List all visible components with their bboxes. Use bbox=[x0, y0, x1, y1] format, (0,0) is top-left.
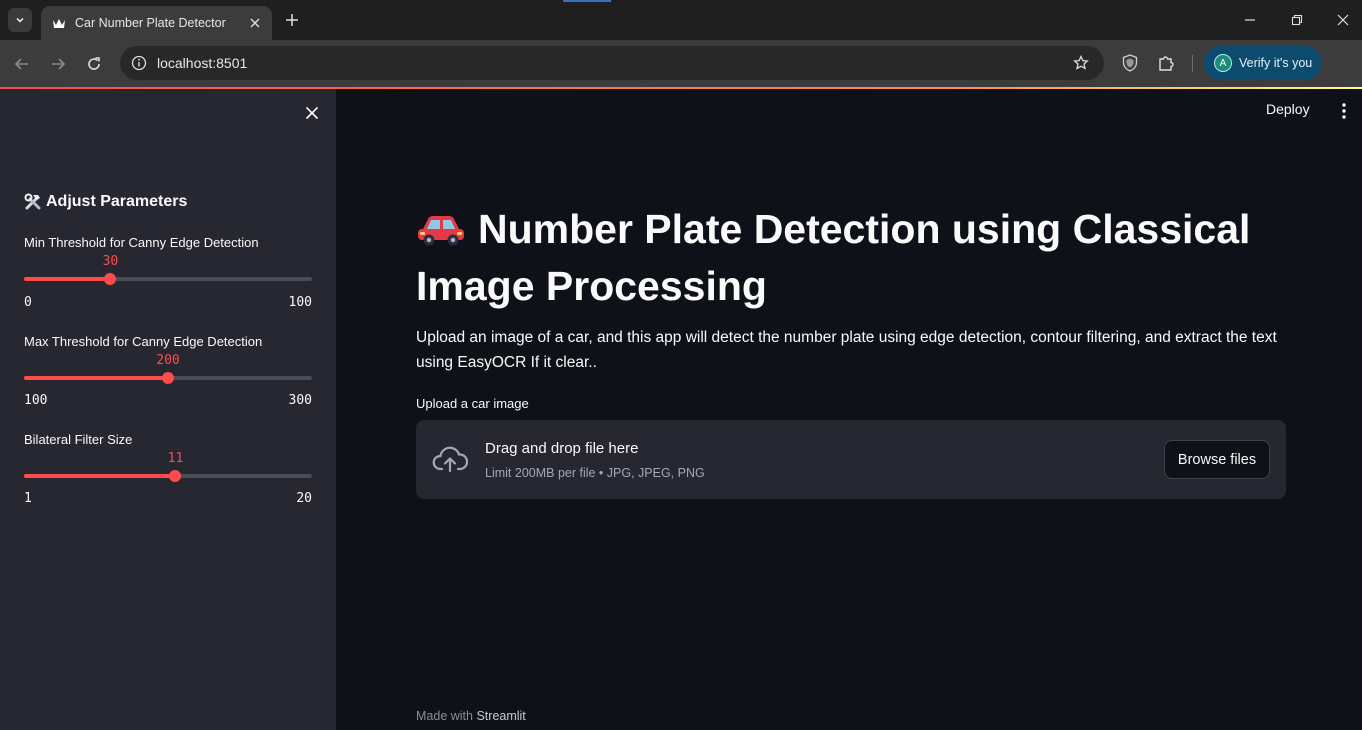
browser-toolbar: localhost:8501 A Verify it's you bbox=[0, 40, 1362, 87]
car-icon bbox=[416, 207, 466, 260]
page-title-text: Number Plate Detection using Classical I… bbox=[416, 206, 1251, 309]
hammer-and-wrench-icon bbox=[24, 193, 42, 211]
dropzone-title: Drag and drop file here bbox=[485, 440, 639, 457]
slider-thumb[interactable] bbox=[169, 470, 182, 482]
main-menu-kebab-icon[interactable] bbox=[1334, 101, 1354, 121]
profile-avatar: A bbox=[1214, 54, 1232, 72]
sidebar-heading: Adjust Parameters bbox=[24, 193, 187, 211]
footer: Made with Streamlit bbox=[416, 709, 526, 723]
browse-files-button[interactable]: Browse files bbox=[1164, 440, 1270, 479]
max-threshold-slider[interactable]: 200 bbox=[24, 353, 312, 384]
reload-icon[interactable] bbox=[82, 52, 106, 76]
tab-search-button[interactable] bbox=[8, 8, 32, 32]
address-bar[interactable]: localhost:8501 bbox=[120, 46, 1104, 80]
slider-thumb[interactable] bbox=[104, 273, 117, 285]
toolbar-separator bbox=[1192, 55, 1193, 72]
site-info-icon[interactable] bbox=[130, 54, 148, 72]
sidebar: Adjust Parameters Min Threshold for Cann… bbox=[0, 89, 336, 730]
address-url: localhost:8501 bbox=[157, 55, 248, 71]
footer-prefix: Made with bbox=[416, 709, 473, 723]
max-threshold-label: Max Threshold for Canny Edge Detection bbox=[24, 334, 263, 349]
min-threshold-slider[interactable]: 30 bbox=[24, 254, 312, 285]
new-tab-plus-icon[interactable] bbox=[282, 10, 302, 30]
bilateral-filter-label: Bilateral Filter Size bbox=[24, 432, 133, 447]
min-threshold-label: Min Threshold for Canny Edge Detection bbox=[24, 235, 259, 250]
sidebar-close-icon[interactable] bbox=[302, 103, 322, 123]
slider-thumb[interactable] bbox=[162, 372, 174, 384]
slider-value: 200 bbox=[156, 353, 180, 368]
bilateral-filter-slider[interactable]: 11 bbox=[24, 451, 312, 482]
tab-strip-accent bbox=[563, 0, 611, 2]
slider-max-label: 20 bbox=[296, 491, 312, 506]
slider-min-label: 1 bbox=[24, 491, 32, 506]
tab-title: Car Number Plate Detector bbox=[75, 16, 226, 30]
chevron-down-icon bbox=[16, 17, 24, 23]
slider-value: 30 bbox=[102, 254, 119, 269]
deploy-button[interactable]: Deploy bbox=[1266, 101, 1310, 117]
forward-arrow-icon[interactable] bbox=[46, 52, 70, 76]
slider-fill bbox=[24, 474, 176, 478]
verify-label: Verify it's you bbox=[1239, 56, 1313, 70]
slider-value: 11 bbox=[167, 451, 184, 466]
dropzone-subtitle: Limit 200MB per file • JPG, JPEG, PNG bbox=[485, 466, 705, 480]
back-arrow-icon[interactable] bbox=[10, 52, 34, 76]
sidebar-heading-text: Adjust Parameters bbox=[46, 193, 188, 210]
shield-extension-icon[interactable] bbox=[1120, 53, 1140, 73]
extensions-puzzle-icon[interactable] bbox=[1156, 53, 1176, 73]
footer-streamlit-link[interactable]: Streamlit bbox=[476, 709, 525, 723]
slider-min-label: 100 bbox=[24, 393, 48, 408]
window-close-icon[interactable] bbox=[1331, 8, 1355, 32]
slider-max-label: 300 bbox=[288, 393, 312, 408]
slider-max-label: 100 bbox=[288, 295, 312, 310]
bookmark-star-icon[interactable] bbox=[1072, 54, 1090, 72]
slider-fill bbox=[24, 277, 111, 281]
browser-tab-bar: Car Number Plate Detector bbox=[0, 0, 1362, 40]
cloud-upload-icon bbox=[432, 444, 468, 474]
browser-tab[interactable]: Car Number Plate Detector bbox=[41, 6, 272, 40]
verify-profile-button[interactable]: A Verify it's you bbox=[1204, 46, 1322, 80]
page-description: Upload an image of a car, and this app w… bbox=[416, 329, 1277, 371]
slider-fill bbox=[24, 376, 168, 380]
file-dropzone[interactable]: Drag and drop file here Limit 200MB per … bbox=[416, 420, 1286, 499]
page-title: Number Plate Detection using Classical I… bbox=[416, 203, 1296, 313]
minimize-icon[interactable] bbox=[1238, 8, 1262, 32]
slider-min-label: 0 bbox=[24, 295, 32, 310]
tab-close-icon[interactable] bbox=[246, 14, 264, 32]
streamlit-crown-icon bbox=[51, 15, 67, 31]
uploader-label: Upload a car image bbox=[416, 396, 529, 411]
restore-icon[interactable] bbox=[1285, 8, 1309, 32]
